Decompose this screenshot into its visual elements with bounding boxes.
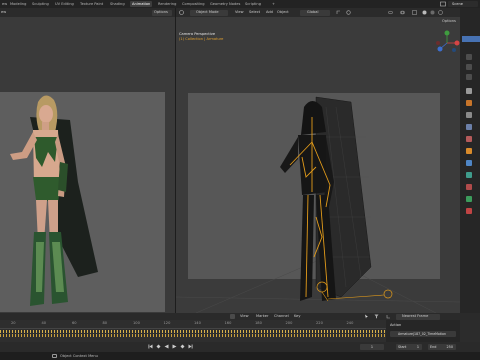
scene-icon	[440, 1, 446, 7]
current-frame-field[interactable]: 1	[360, 344, 384, 350]
left-viewport-header: ew Options	[0, 8, 175, 17]
timeline-header: View Marker Channel Key Nearest Frame	[0, 313, 480, 320]
solid-shading-icon[interactable]	[422, 10, 427, 15]
visibility-icon[interactable]	[388, 10, 393, 15]
rendered-shading-icon[interactable]	[438, 10, 443, 15]
orientation-label: Global	[307, 10, 319, 14]
editor-type-icon[interactable]	[179, 10, 184, 15]
tab-compositing[interactable]: Compositing	[180, 1, 207, 7]
action-name: Armature|187_02_TimeMotion	[398, 332, 446, 336]
timeline-editor-icon[interactable]	[230, 314, 235, 319]
timeline-tick-label: 220	[316, 321, 323, 325]
prev-keyframe-icon[interactable]	[156, 344, 161, 349]
xray-icon[interactable]	[412, 10, 417, 15]
scene-selector[interactable]: Scene	[448, 1, 478, 7]
start-label: Start	[398, 345, 407, 349]
jump-end-icon[interactable]	[188, 344, 193, 349]
modifier-properties-icon[interactable]	[466, 160, 472, 166]
timeline-menu-marker[interactable]: Marker	[256, 314, 268, 319]
play-icon[interactable]	[172, 344, 177, 349]
particles-icon[interactable]	[466, 172, 472, 178]
material-icon[interactable]	[466, 208, 472, 214]
jump-start-icon[interactable]	[148, 344, 153, 349]
render-properties-icon[interactable]	[466, 100, 472, 106]
add-workspace-button[interactable]: +	[270, 1, 277, 7]
timeline-menu-key[interactable]: Key	[294, 314, 301, 319]
menu-add[interactable]: Add	[266, 10, 273, 15]
snapping-icon[interactable]	[386, 314, 391, 319]
timeline-menu-view[interactable]: View	[240, 314, 249, 319]
view-layer-icon[interactable]	[466, 124, 472, 130]
end-frame-field[interactable]: End 250	[428, 344, 456, 350]
timeline-tick-label: 60	[72, 321, 77, 325]
character-wireframe	[176, 96, 460, 313]
tab-shading[interactable]: Shading	[108, 1, 127, 7]
workspace-tab-bar: ew Modeling Sculpting UV Editing Texture…	[0, 0, 480, 8]
tab-animation[interactable]: Animation	[130, 1, 153, 7]
main-viewport-header: Object Mode View Select Add Object Globa…	[176, 8, 460, 17]
playback-bar: 1 Start 1 End 250	[0, 342, 480, 352]
keyframe-row-summary[interactable]	[0, 330, 386, 333]
physics-icon[interactable]	[466, 184, 472, 190]
timeline-tick-label: 20	[11, 321, 16, 325]
timeline-tick-label: 80	[102, 321, 108, 325]
cursor-icon[interactable]	[364, 314, 369, 319]
tool-settings-icon[interactable]	[466, 88, 472, 94]
start-value: 1	[416, 345, 419, 349]
tab-scripting[interactable]: Scripting	[243, 1, 263, 7]
timeline-menu-channel[interactable]: Channel	[274, 314, 289, 319]
tab-sculpting[interactable]: Sculpting	[30, 1, 51, 7]
start-frame-field[interactable]: Start 1	[396, 344, 422, 350]
action-panel: Action Armature|187_02_TimeMotion	[386, 320, 460, 342]
material-shading-icon[interactable]	[430, 10, 435, 15]
tab-uv-editing[interactable]: UV Editing	[53, 1, 76, 7]
left-options-label: Options	[154, 10, 168, 14]
constraints-icon[interactable]	[466, 196, 472, 202]
status-hint: Object Context Menu	[60, 353, 98, 358]
snap-icon[interactable]	[336, 10, 341, 15]
tab-geometry-nodes[interactable]: Geometry Nodes	[208, 1, 242, 7]
timeline-tick-label: 240	[346, 321, 354, 325]
pan-icon[interactable]	[466, 64, 472, 70]
mouse-icon	[52, 354, 57, 358]
character-render	[10, 95, 98, 306]
view-menu-fragment[interactable]: ew	[1, 10, 6, 15]
timeline-tick-label: 160	[224, 321, 232, 325]
overlays-icon[interactable]	[400, 10, 405, 15]
tab-modeling[interactable]: Modeling	[8, 1, 28, 7]
timeline-tick-label: 100	[133, 321, 140, 325]
proportional-edit-icon[interactable]	[346, 10, 351, 15]
tab-texture-paint[interactable]: Texture Paint	[78, 1, 105, 7]
tab-rendering[interactable]: Rendering	[156, 1, 178, 7]
keyframe-row-action[interactable]	[0, 334, 386, 337]
timeline-tick-label: 180	[255, 321, 262, 325]
filter-icon[interactable]	[374, 314, 379, 319]
output-properties-icon[interactable]	[466, 112, 472, 118]
play-reverse-icon[interactable]	[164, 344, 169, 349]
snap-mode-label: Nearest Frame	[402, 314, 429, 318]
status-bar: Object Context Menu	[0, 352, 480, 360]
timeline-tick-label: 200	[285, 321, 293, 325]
object-properties-icon[interactable]	[466, 148, 472, 154]
scene-properties-icon[interactable]	[466, 136, 472, 142]
camera-view-icon[interactable]	[466, 74, 472, 80]
menu-object[interactable]: Object	[277, 10, 289, 15]
menu-view[interactable]: View	[235, 10, 244, 15]
timeline-tick-label: 140	[194, 321, 201, 325]
object-mode-label: Object Mode	[196, 10, 219, 14]
timeline-tick-label: 40	[41, 321, 47, 325]
menu-select[interactable]: Select	[249, 10, 260, 15]
outliner-selected-row[interactable]	[462, 36, 480, 42]
action-panel-tabs	[460, 320, 480, 342]
channel-divider	[0, 328, 386, 329]
action-panel-title: Action	[390, 323, 402, 327]
end-value: 250	[446, 345, 453, 349]
timeline-tick-label: 120	[163, 321, 171, 325]
next-keyframe-icon[interactable]	[180, 344, 185, 349]
zoom-icon[interactable]	[466, 54, 472, 60]
navigation-gizmo[interactable]	[434, 28, 460, 58]
end-label: End	[430, 345, 437, 349]
